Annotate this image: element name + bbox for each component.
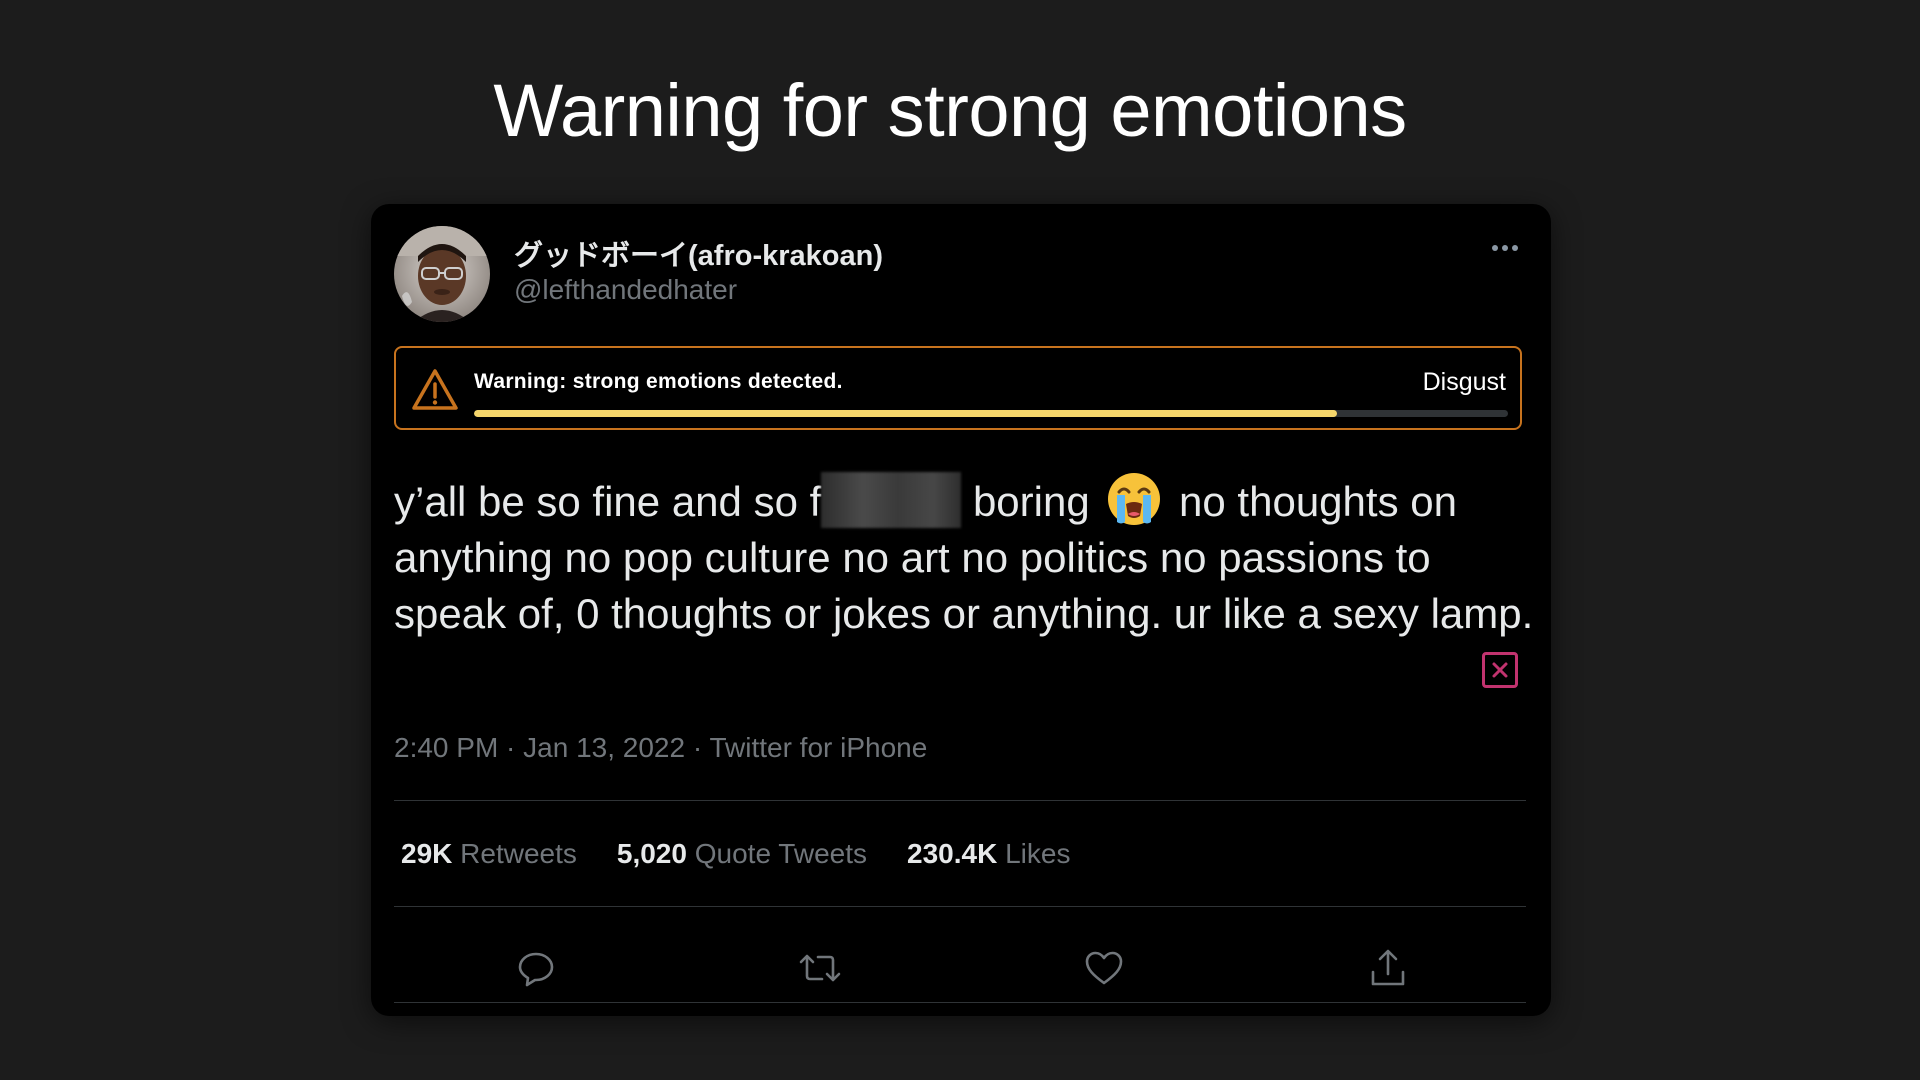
warning-triangle-icon (412, 369, 458, 410)
likes-stat[interactable]: 230.4K Likes (907, 838, 1070, 870)
retweets-stat[interactable]: 29K Retweets (401, 838, 577, 870)
tweet-text: y’all be so fine and so f boring no thou… (394, 470, 1534, 642)
emotion-intensity-bar (474, 410, 1508, 417)
user-handle[interactable]: @lefthandedhater (514, 274, 737, 306)
divider (394, 1002, 1526, 1003)
avatar[interactable] (394, 226, 490, 322)
tweet-card: グッドボーイ(afro-krakoan) @lefthandedhater Wa… (371, 204, 1551, 1016)
quote-tweets-count: 5,020 (616, 838, 687, 869)
tweet-stats: 29K Retweets 5,020 Quote Tweets 230.4K L… (401, 838, 1070, 870)
likes-count: 230.4K (907, 838, 998, 869)
likes-label: Likes (1005, 838, 1071, 869)
divider (394, 906, 1526, 907)
like-icon[interactable] (1082, 946, 1126, 990)
warning-message: Warning: strong emotions detected. (474, 370, 843, 393)
emotion-warning-banner: Warning: strong emotions detected. Disgu… (394, 346, 1522, 430)
loudly-crying-face-icon (1105, 470, 1163, 528)
emotion-intensity-fill (474, 410, 1338, 417)
display-name[interactable]: グッドボーイ(afro-krakoan) (514, 232, 883, 274)
tweet-text-part1: y’all be so fine and so f (394, 478, 822, 525)
retweets-label: Retweets (460, 838, 577, 869)
page: Warning for strong emotions グッドボーイ(afro-… (0, 0, 1920, 1080)
reply-icon[interactable] (514, 946, 558, 990)
share-icon[interactable] (1366, 946, 1410, 990)
retweets-count: 29K (401, 838, 453, 869)
tweet-actions-bar (394, 934, 1526, 994)
tweet-text-part2: boring (972, 478, 1090, 525)
quote-tweets-label: Quote Tweets (694, 838, 867, 869)
quote-tweets-stat[interactable]: 5,020 Quote Tweets (617, 838, 867, 870)
slide-title: Warning for strong emotions (493, 69, 1407, 152)
more-options-icon[interactable] (1485, 234, 1525, 262)
retweet-icon[interactable] (798, 946, 842, 990)
emotion-label: Disgust (1422, 368, 1506, 396)
redacted-word (821, 472, 962, 528)
dismiss-close-icon[interactable] (1482, 652, 1518, 688)
divider (394, 800, 1526, 801)
tweet-timestamp-source[interactable]: 2:40 PM · Jan 13, 2022 · Twitter for iPh… (394, 732, 927, 764)
